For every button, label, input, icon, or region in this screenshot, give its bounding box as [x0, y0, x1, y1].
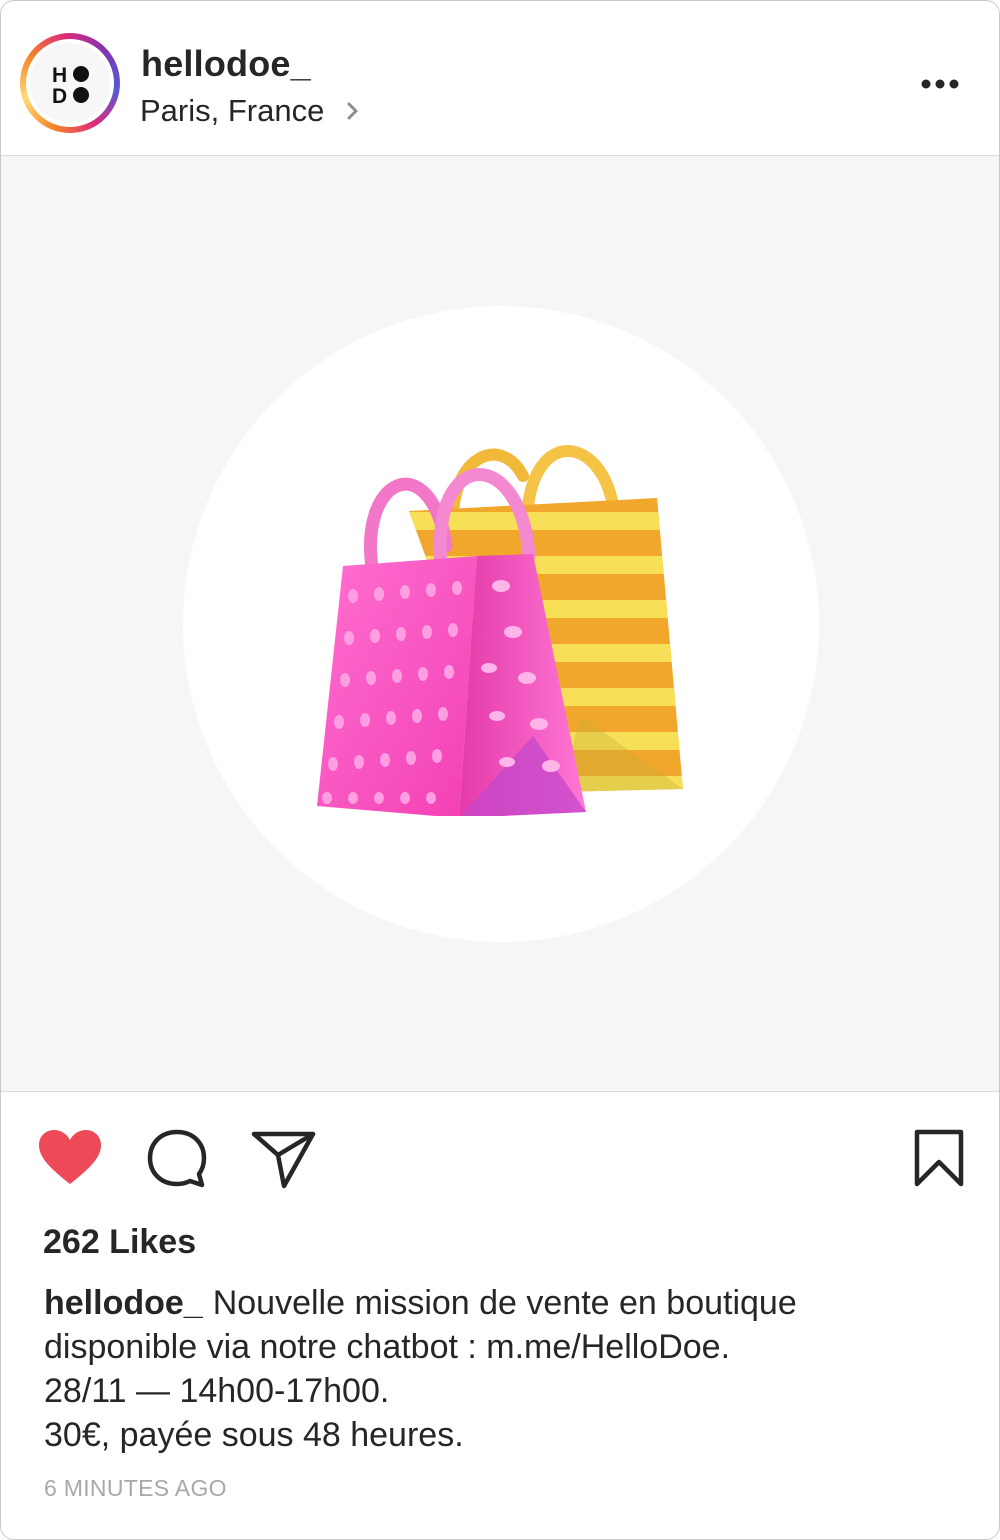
likes-count[interactable]: 262 Likes	[43, 1223, 196, 1262]
share-button[interactable]	[251, 1128, 317, 1190]
post-media[interactable]	[1, 156, 999, 1092]
comment-icon	[147, 1129, 207, 1188]
like-button[interactable]	[37, 1128, 103, 1188]
shopping-bags-emoji	[317, 445, 683, 816]
post-card: H D hellodoe_ Paris, France 262 Likes he…	[0, 0, 1000, 1540]
chevron-right-icon	[347, 102, 358, 120]
post-timestamp: 6 MINUTES AGO	[44, 1475, 227, 1501]
caption-line-1: Nouvelle mission de vente en boutique	[212, 1284, 797, 1322]
caption-line-4: 30€, payée sous 48 heures.	[44, 1416, 464, 1454]
save-button[interactable]	[913, 1128, 965, 1190]
post-caption: hellodoe_ Nouvelle mission de vente en bo…	[44, 1281, 964, 1457]
svg-text:D: D	[52, 85, 67, 108]
more-options-icon[interactable]	[916, 69, 964, 99]
post-actions	[1, 1092, 999, 1202]
bookmark-icon	[914, 1129, 964, 1187]
caption-line-3: 28/11 — 14h00-17h00.	[44, 1372, 390, 1410]
avatar-logo: H D	[30, 43, 110, 123]
paper-plane-icon	[251, 1131, 316, 1189]
post-header: H D hellodoe_ Paris, France	[1, 1, 999, 156]
svg-text:H: H	[52, 64, 67, 87]
post-username[interactable]: hellodoe_	[141, 43, 311, 85]
hellodoe-logo-icon: H D	[52, 64, 89, 108]
location-link[interactable]: Paris, France	[140, 91, 362, 131]
comment-button[interactable]	[146, 1128, 208, 1190]
heart-icon	[39, 1130, 101, 1184]
post-location[interactable]: Paris, France	[140, 93, 324, 129]
caption-username[interactable]: hellodoe_	[44, 1284, 203, 1322]
caption-line-2: disponible via notre chatbot : m.me/Hell…	[44, 1328, 731, 1366]
